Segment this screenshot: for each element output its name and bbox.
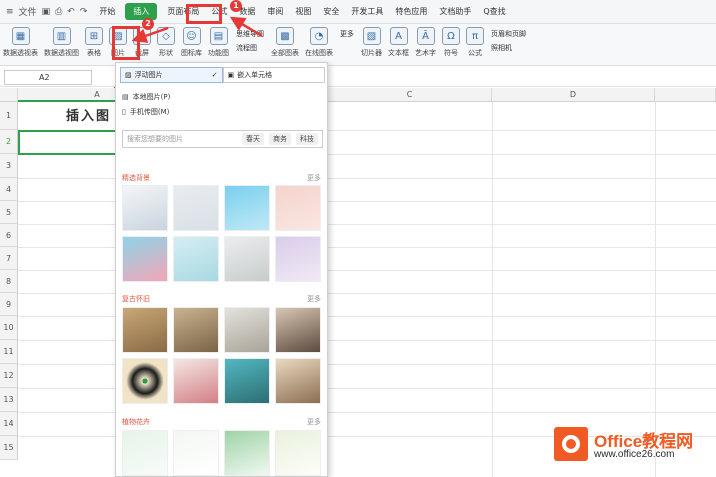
row-header-3[interactable]: 3	[0, 154, 18, 178]
office-logo-icon	[554, 427, 588, 461]
section-more-plants[interactable]: 更多	[307, 417, 321, 427]
watermark-url: www.office26.com	[594, 449, 675, 460]
thumb-bg-7[interactable]	[224, 236, 270, 282]
thumb-retro-2[interactable]	[173, 307, 219, 353]
thumb-bg-2[interactable]	[173, 185, 219, 231]
tag-tech: 科技	[296, 133, 318, 145]
thumb-plant-1[interactable]	[122, 430, 168, 476]
section-title-plants: 植物花卉	[122, 418, 150, 426]
phone-picture-item[interactable]: ▯ 手机传图(M)	[120, 105, 169, 119]
tag-spring[interactable]: 春天	[242, 133, 264, 145]
float-picture-icon: ▨	[125, 71, 132, 79]
column-header-d[interactable]: D	[492, 88, 655, 102]
picture-dropdown: ▨ 浮动图片 ✓ ▣ 嵌入单元格 ▤ 本地图片(P) ▯ 手机传图(M) 搜索您…	[115, 62, 328, 477]
thumb-bg-1[interactable]	[122, 185, 168, 231]
row-header-4[interactable]: 4	[0, 178, 18, 201]
picture-mode-row: ▨ 浮动图片 ✓ ▣ 嵌入单元格	[120, 67, 325, 83]
corner-cell[interactable]	[0, 88, 18, 102]
row-header-13[interactable]: 13	[0, 388, 18, 412]
thumb-bg-4[interactable]	[275, 185, 321, 231]
thumb-retro-4[interactable]	[275, 307, 321, 353]
thumb-retro-3[interactable]	[224, 307, 270, 353]
thumb-bg-8[interactable]	[275, 236, 321, 282]
row-header-1[interactable]: 1	[0, 102, 18, 130]
office26-watermark: Office教程网 www.office26.com	[554, 425, 714, 465]
row-header-7[interactable]: 7	[0, 247, 18, 270]
row-header-14[interactable]: 14	[0, 412, 18, 436]
cell-a1[interactable]: 插入图	[66, 105, 111, 124]
thumb-bg-6[interactable]	[173, 236, 219, 282]
row-header-11[interactable]: 11	[0, 340, 18, 364]
phone-icon: ▯	[122, 108, 126, 116]
tag-business[interactable]: 商务	[269, 133, 291, 145]
row-header-10[interactable]: 10	[0, 316, 18, 340]
folder-picture-icon: ▤	[122, 93, 129, 101]
thumb-retro-5[interactable]	[122, 358, 168, 404]
section-more-retro[interactable]: 更多	[307, 294, 321, 304]
thumb-plant-2[interactable]	[173, 430, 219, 476]
section-more-backgrounds[interactable]: 更多	[307, 173, 321, 183]
embed-cell-option[interactable]: ▣ 嵌入单元格	[222, 67, 325, 83]
thumb-retro-7[interactable]	[224, 358, 270, 404]
cell-a2-selected[interactable]	[18, 130, 118, 155]
thumb-bg-5[interactable]	[122, 236, 168, 282]
float-picture-option[interactable]: ▨ 浮动图片 ✓	[120, 67, 223, 83]
row-header-2[interactable]: 2	[0, 130, 18, 154]
formula-bar: A2	[0, 67, 716, 87]
thumb-plant-4[interactable]	[275, 430, 321, 476]
row-header-5[interactable]: 5	[0, 201, 18, 224]
name-box[interactable]: A2	[4, 70, 92, 85]
column-header-c[interactable]: C	[328, 88, 492, 102]
row-header-9[interactable]: 9	[0, 293, 18, 316]
thumb-plant-3[interactable]	[224, 430, 270, 476]
check-icon: ✓	[211, 71, 218, 79]
col-line	[492, 102, 493, 477]
column-header-e[interactable]	[655, 88, 716, 102]
section-title-backgrounds: 精选背景	[122, 174, 150, 182]
section-title-retro: 复古怀旧	[122, 295, 150, 303]
thumb-bg-3[interactable]	[224, 185, 270, 231]
local-picture-item[interactable]: ▤ 本地图片(P)	[120, 90, 170, 104]
thumb-retro-8[interactable]	[275, 358, 321, 404]
embed-cell-icon: ▣	[227, 71, 235, 79]
spreadsheet-grid: A C D 1 2 3 4 5 6 7 8 9 10 11 12 13 14 1…	[0, 88, 716, 477]
row-header-8[interactable]: 8	[0, 270, 18, 293]
picture-search[interactable]: 搜索您想要的图片 春天 商务 科技	[122, 130, 323, 148]
col-line	[655, 102, 656, 477]
row-header-12[interactable]: 12	[0, 364, 18, 388]
thumb-retro-6[interactable]	[173, 358, 219, 404]
row-header-15[interactable]: 15	[0, 436, 18, 460]
row-header-6[interactable]: 6	[0, 224, 18, 247]
thumb-retro-1[interactable]	[122, 307, 168, 353]
